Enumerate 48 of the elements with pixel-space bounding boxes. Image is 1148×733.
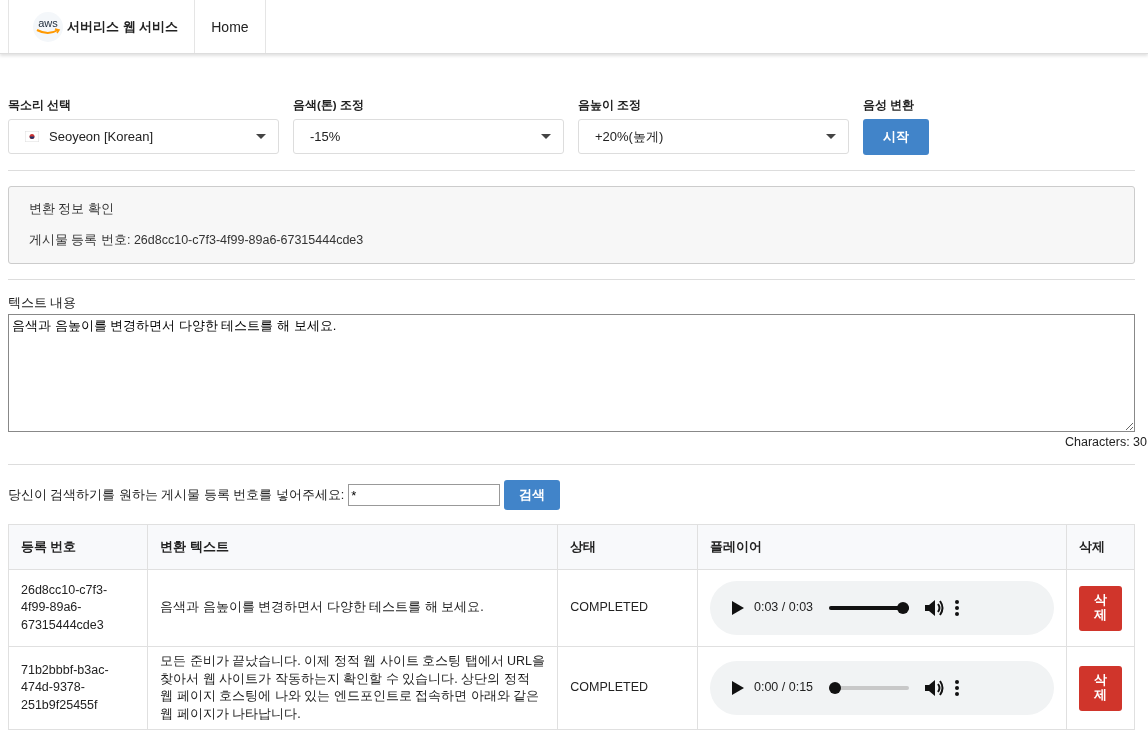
audio-player[interactable]: 0:00 / 0:15 xyxy=(709,661,1054,715)
table-cell: COMPLETED xyxy=(557,646,698,730)
dropdown[interactable]: Seoyeon [Korean] xyxy=(8,119,279,154)
volume-icon[interactable] xyxy=(925,599,946,617)
home-link[interactable]: Home xyxy=(195,0,266,53)
field-label: 음색(톤) 조정 xyxy=(293,98,365,113)
seek-slider[interactable] xyxy=(829,602,910,614)
table-cell: 음색과 음높이를 변경하면서 다양한 테스트를 해 보세요. xyxy=(147,569,558,647)
brand-title[interactable]: 서버리스 웹 서비스 xyxy=(67,17,179,36)
play-icon[interactable] xyxy=(731,601,744,615)
caret-icon xyxy=(541,134,551,139)
post-id-text: 게시물 등록 번호: 26d8cc10-c7f3-4f99-89a6-67315444cde3 xyxy=(29,232,365,249)
search-label: 당신이 검색하기를 원하는 게시물 등록 번호를 넣어주세요: xyxy=(8,486,345,504)
more-options-icon[interactable] xyxy=(955,600,960,616)
search-field[interactable]: * xyxy=(348,484,501,506)
field-label: 목소리 선택 xyxy=(8,98,73,113)
info-title: 변환 정보 확인 xyxy=(29,201,115,218)
table-cell: 모든 준비가 끝났습니다. 이제 정적 웹 사이트 호스팅 탭에서 URL을 찾아서 웹 사이트가 작동하는지 확인할 수 있습니다. 상단의 정적 웹 페이지 호스팅에 나와 있는 엔드포인트로 접속하면 아래와 같은 웹 페이지가 나타납니다. xyxy=(147,646,558,730)
column-header: 플레이어 xyxy=(697,524,1067,570)
play-icon[interactable] xyxy=(731,681,744,695)
audio-player[interactable]: 0:03 / 0:03 xyxy=(709,581,1054,635)
dropdown[interactable]: -15% xyxy=(293,119,564,154)
table-cell: 71b2bbbf-b3ac-474d-9378-251b9f25455f xyxy=(8,646,148,730)
time-text: 0:03 / 0:03 xyxy=(753,599,814,617)
delete-button[interactable]: 삭제 xyxy=(1079,665,1122,711)
field-label: 음높이 조정 xyxy=(578,98,643,113)
field-label: 텍스트 내용 xyxy=(8,295,78,312)
table-cell: 26d8cc10-c7f3-4f99-89a6-67315444cde3 xyxy=(8,569,148,647)
dropdown[interactable]: +20%(높게) xyxy=(578,119,849,154)
search-button[interactable]: 검색 xyxy=(504,480,561,510)
field-label: 음성 변환 xyxy=(863,98,916,113)
text-input[interactable]: 음색과 음높이를 변경하면서 다양한 테스트를 해 보세요. xyxy=(8,314,1135,432)
volume-icon[interactable] xyxy=(925,679,946,697)
column-header: 등록 번호 xyxy=(8,524,148,570)
caret-icon xyxy=(826,134,836,139)
table-cell: COMPLETED xyxy=(557,569,698,647)
delete-button[interactable]: 삭제 xyxy=(1079,585,1122,631)
time-text: 0:00 / 0:15 xyxy=(753,679,814,697)
character-count: Characters: 30 xyxy=(1064,435,1147,449)
caret-icon xyxy=(256,134,266,139)
seek-slider[interactable] xyxy=(829,682,910,694)
more-options-icon[interactable] xyxy=(955,680,960,696)
flag-icon xyxy=(25,131,39,142)
logo-icon: aws xyxy=(33,11,63,42)
column-header: 상태 xyxy=(557,524,698,570)
column-header: 삭제 xyxy=(1066,524,1135,570)
column-header: 변환 텍스트 xyxy=(147,524,558,570)
start-button[interactable]: 시작 xyxy=(863,119,929,155)
